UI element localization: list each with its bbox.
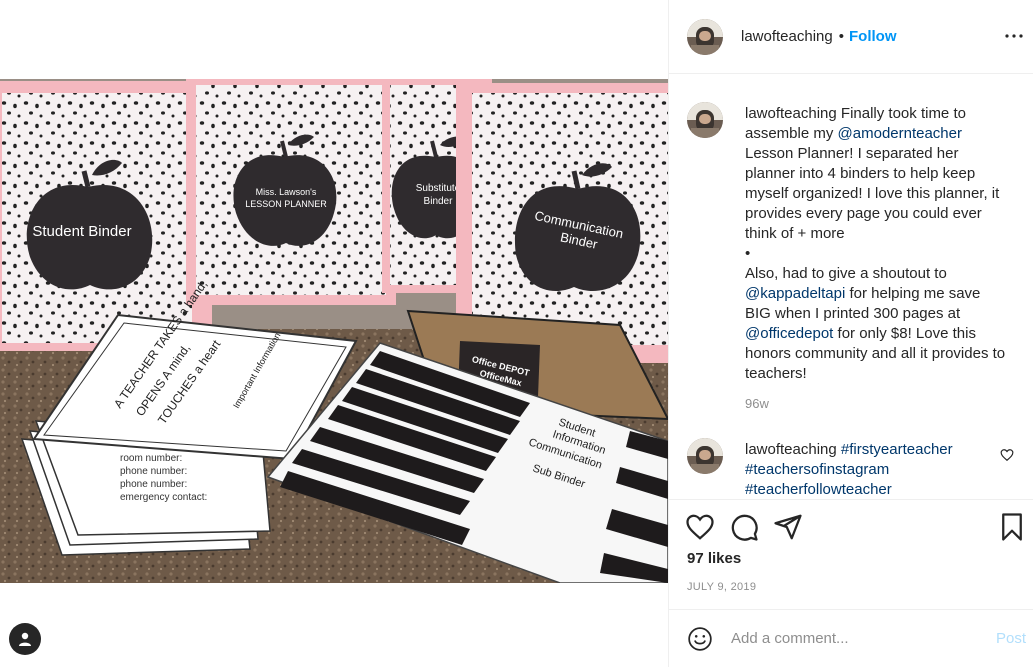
user-icon xyxy=(19,632,31,646)
post-date[interactable]: JULY 9, 2019 xyxy=(687,581,756,593)
separator-dot: • xyxy=(838,28,844,45)
header-username[interactable]: lawofteaching xyxy=(741,28,833,45)
svg-text:Binder: Binder xyxy=(424,196,454,207)
binder-label: Student Binder xyxy=(32,223,131,240)
comment-username[interactable]: lawofteaching xyxy=(745,441,837,458)
comment-body: lawofteaching #firstyearteacher #teacher… xyxy=(745,440,1010,499)
share-icon[interactable] xyxy=(773,512,803,542)
avatar[interactable] xyxy=(687,102,723,138)
svg-text:phone number:: phone number: xyxy=(120,466,187,477)
avatar[interactable] xyxy=(687,18,723,55)
svg-text:emergency contact:: emergency contact: xyxy=(120,492,207,503)
caption-timestamp[interactable]: 96w xyxy=(745,394,1010,414)
mention-link[interactable]: @kappadeltapi xyxy=(745,285,845,302)
comments-list[interactable]: lawofteaching Finally took time to assem… xyxy=(669,75,1033,499)
svg-text:phone number:: phone number: xyxy=(120,479,187,490)
mention-link[interactable]: @officedepot xyxy=(745,325,833,342)
hashtag-link[interactable]: #teacherfollowteacher xyxy=(745,481,892,498)
emoji-icon[interactable] xyxy=(687,626,713,652)
comment-icon[interactable] xyxy=(729,512,759,542)
caption: lawofteaching Finally took time to assem… xyxy=(687,102,1022,414)
caption-text: Lesson Planner! I separated her planner … xyxy=(745,145,1000,242)
caption-text: Also, had to give a shoutout to xyxy=(745,265,947,282)
svg-text:Substitute: Substitute xyxy=(416,183,461,194)
heart-icon[interactable] xyxy=(685,512,715,542)
post-comment-button[interactable]: Post xyxy=(996,630,1026,647)
more-options-button[interactable] xyxy=(1002,24,1026,48)
hashtag-link[interactable]: #teachersofinstagram xyxy=(745,461,889,478)
comment-input[interactable] xyxy=(731,630,981,647)
caption-body: lawofteaching Finally took time to assem… xyxy=(745,104,1010,414)
bookmark-icon[interactable] xyxy=(997,512,1027,542)
post-header: lawofteaching • Follow xyxy=(669,0,1033,74)
binder-label: Miss. Lawson's xyxy=(256,187,317,197)
post-photo[interactable]: Student Binder Miss. Lawson's LESSON PLA… xyxy=(0,79,668,583)
user-tags-button[interactable] xyxy=(9,623,41,655)
post-actions: 97 likes JULY 9, 2019 xyxy=(669,499,1033,609)
svg-text:room number:: room number: xyxy=(120,453,182,464)
ellipsis-icon xyxy=(1005,34,1023,38)
caption-username[interactable]: lawofteaching xyxy=(745,105,837,122)
binder-lesson-planner: Miss. Lawson's LESSON PLANNER xyxy=(186,79,396,305)
binder-label: LESSON PLANNER xyxy=(245,199,327,209)
post-photo-illustration: Student Binder Miss. Lawson's LESSON PLA… xyxy=(0,79,668,583)
caption-bullet: • xyxy=(745,245,751,262)
hashtag-link[interactable]: #firstyearteacher xyxy=(841,441,953,458)
likes-count[interactable]: 97 likes xyxy=(687,550,741,567)
like-comment-heart-icon[interactable] xyxy=(1000,448,1014,462)
avatar[interactable] xyxy=(687,438,723,474)
post-image-pane: Student Binder Miss. Lawson's LESSON PLA… xyxy=(0,0,668,667)
add-comment-bar: Post xyxy=(669,609,1033,667)
post-side-panel: lawofteaching • Follow lawofteaching Fin… xyxy=(668,0,1033,667)
comment-item: lawofteaching #firstyearteacher #teacher… xyxy=(687,438,1022,499)
follow-button[interactable]: Follow xyxy=(849,28,897,45)
mention-link[interactable]: @amodernteacher xyxy=(838,125,962,142)
